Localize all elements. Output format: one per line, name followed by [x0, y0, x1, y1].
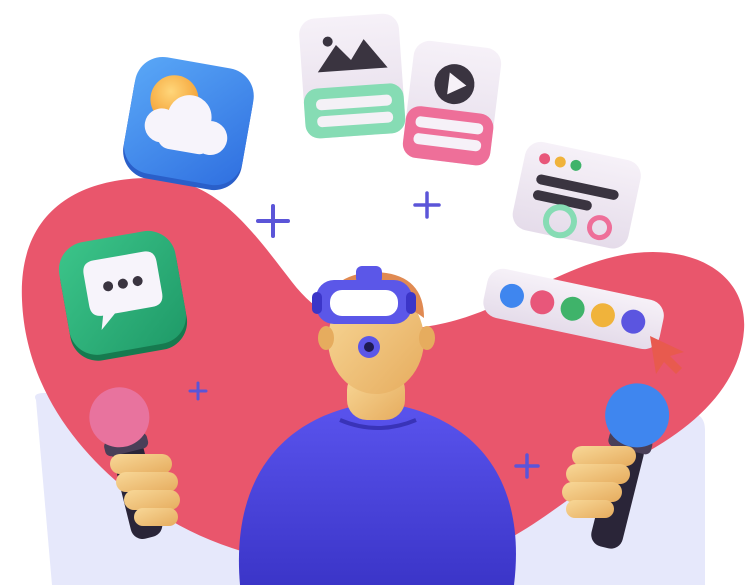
video-play-card-icon [402, 40, 502, 166]
message-window-icon [512, 141, 641, 249]
weather-sun-cloud-icon [123, 56, 254, 191]
plus-sign-icon [413, 191, 441, 219]
image-card-icon [299, 13, 406, 139]
chat-bubble-icon [58, 230, 188, 361]
plus-sign-icon [256, 204, 290, 238]
vr-headset-icon [312, 280, 416, 324]
vr-3d-illustration [0, 0, 750, 585]
